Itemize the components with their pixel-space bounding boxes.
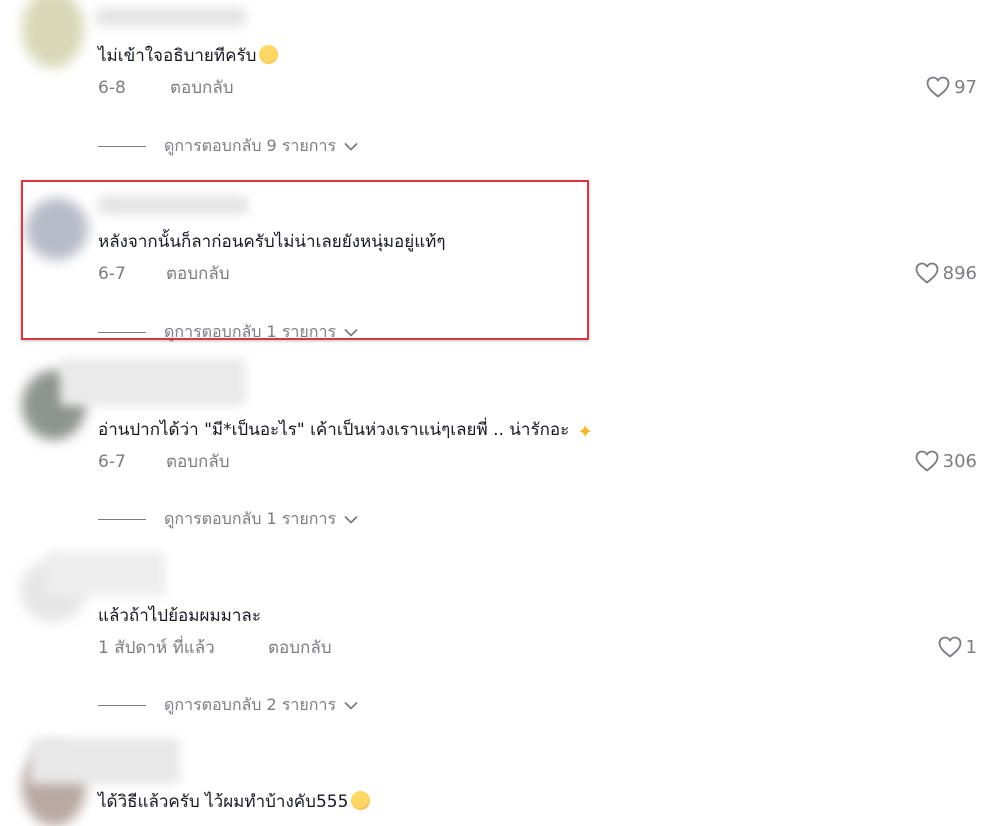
comment-meta: 6-7 ตอบกลับ [98, 450, 230, 474]
username-redacted[interactable] [98, 196, 248, 214]
username-redacted[interactable] [46, 552, 166, 596]
view-replies-button[interactable]: ดูการตอบกลับ 1 รายการ [98, 320, 358, 345]
like-button[interactable]: 97 [926, 76, 977, 98]
username-redacted[interactable] [96, 8, 246, 26]
reply-button[interactable]: ตอบกลับ [166, 450, 230, 474]
avatar[interactable] [26, 198, 88, 260]
heart-outline-icon [915, 262, 939, 284]
view-replies-button[interactable]: ดูการตอบกลับ 1 รายการ [98, 507, 358, 532]
like-count: 306 [942, 450, 977, 472]
view-replies-label: ดูการตอบกลับ 9 รายการ [164, 136, 337, 155]
comment-text: ไม่เข้าใจอธิบายทีครับ [98, 44, 279, 68]
comment-text: หลังจากนั้นก็ลาก่อนครับไม่น่าเลยยังหนุ่ม… [98, 232, 446, 252]
comment-date: 6-7 [98, 452, 126, 472]
heart-outline-icon [938, 636, 961, 658]
avatar[interactable] [22, 0, 84, 68]
like-button[interactable]: 896 [915, 262, 977, 284]
comment-text-content: อ่านปากได้ว่า "มี*เป็นอะไร" เค้าเป็นห่วง… [98, 420, 570, 440]
view-replies-button[interactable]: ดูการตอบกลับ 2 รายการ [98, 693, 358, 718]
comment-date: 6-8 [98, 78, 126, 98]
sparkles-emoji: ✦ [577, 421, 594, 443]
view-replies-label: ดูการตอบกลับ 1 รายการ [164, 509, 337, 528]
like-count: 97 [954, 76, 977, 98]
comment-date: 6-7 [98, 264, 126, 284]
like-button[interactable]: 1 [938, 636, 977, 658]
chevron-down-icon [344, 328, 358, 336]
heart-outline-icon [926, 76, 950, 98]
comment-meta: 6-7 ตอบกลับ [98, 262, 230, 286]
comment-meta: 6-8 ตอบกลับ [98, 76, 234, 100]
comment-text: ได้วิธีแล้วครับ ไว้ผมทำบ้างคับ555 [98, 790, 371, 814]
chevron-down-icon [344, 142, 358, 150]
username-redacted[interactable] [30, 738, 180, 784]
like-count: 1 [965, 636, 977, 658]
comment-meta: 1 สัปดาห์ ที่แล้ว ตอบกลับ [98, 636, 332, 660]
view-replies-button[interactable]: ดูการตอบกลับ 9 รายการ [98, 134, 358, 159]
divider-line [98, 519, 146, 520]
comment-text: แล้วถ้าไปย้อมผมมาละ [98, 606, 261, 626]
username-redacted[interactable] [60, 358, 246, 406]
reply-button[interactable]: ตอบกลับ [268, 636, 332, 660]
view-replies-label: ดูการตอบกลับ 1 รายการ [164, 322, 337, 341]
sweat-smile-emoji [259, 45, 279, 64]
divider-line [98, 332, 146, 333]
heart-outline-icon [915, 450, 939, 472]
rolling-laughing-emoji [351, 791, 371, 810]
reply-button[interactable]: ตอบกลับ [166, 262, 230, 286]
chevron-down-icon [344, 701, 358, 709]
chevron-down-icon [344, 515, 358, 523]
comment-text-content: ได้วิธีแล้วครับ ไว้ผมทำบ้างคับ555 [98, 792, 349, 812]
like-count: 896 [942, 262, 977, 284]
comment-date: 1 สัปดาห์ ที่แล้ว [98, 638, 215, 658]
divider-line [98, 146, 146, 147]
comment-text-content: ไม่เข้าใจอธิบายทีครับ [98, 46, 257, 66]
view-replies-label: ดูการตอบกลับ 2 รายการ [164, 695, 337, 714]
like-button[interactable]: 306 [915, 450, 977, 472]
divider-line [98, 705, 146, 706]
reply-button[interactable]: ตอบกลับ [170, 76, 234, 100]
comment-text: อ่านปากได้ว่า "มี*เป็นอะไร" เค้าเป็นห่วง… [98, 418, 599, 442]
